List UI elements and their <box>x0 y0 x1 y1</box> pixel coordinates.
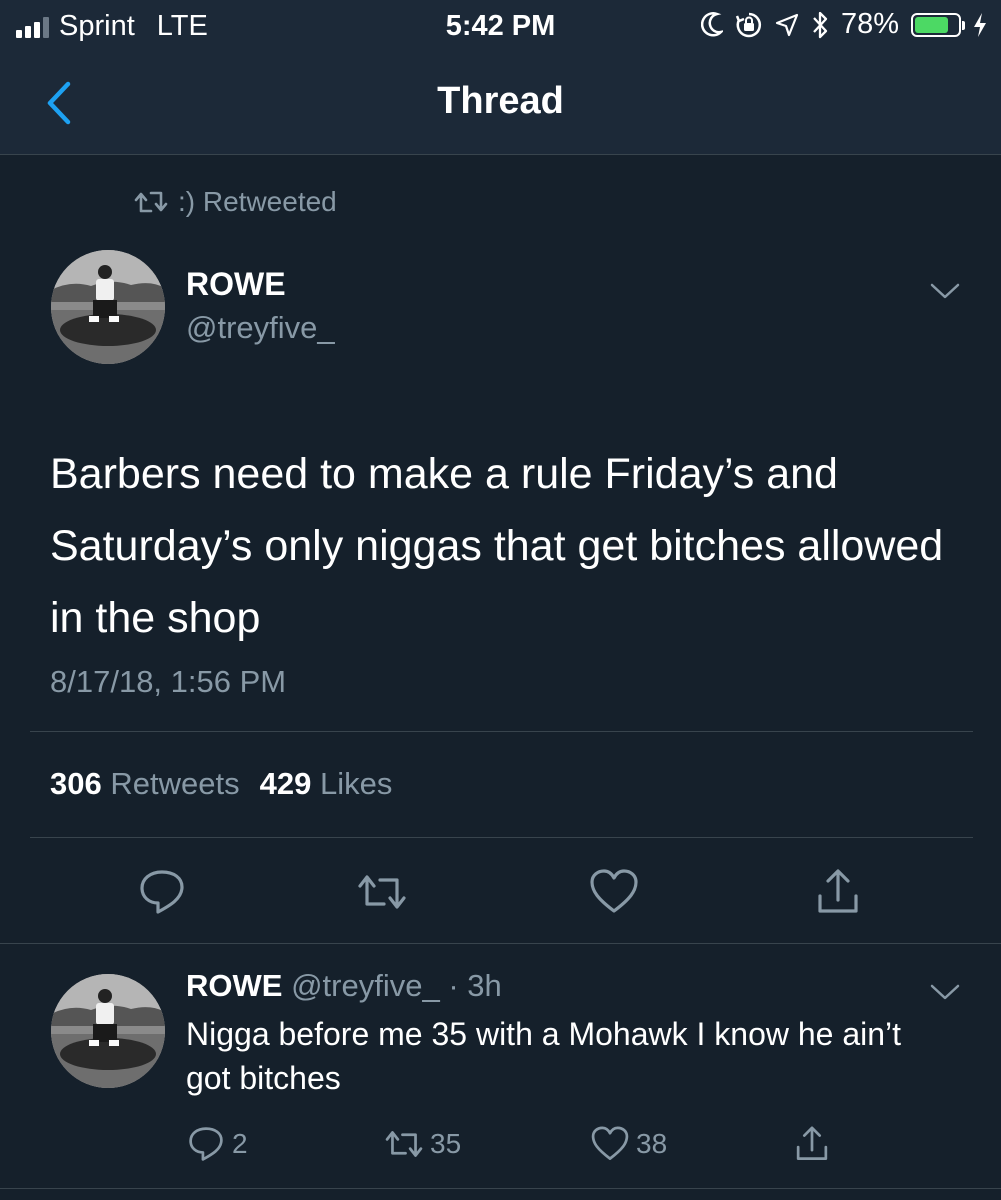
status-right: 78% <box>700 8 987 41</box>
reply-icon <box>189 1127 223 1161</box>
moon-icon <box>700 11 723 37</box>
retweets-label: Retweets <box>110 766 240 801</box>
divider <box>0 1188 1001 1189</box>
reply-retweet-action[interactable]: 35 <box>384 1124 461 1164</box>
chevron-down-icon[interactable] <box>930 983 960 1001</box>
author-name[interactable]: ROWE <box>186 266 286 303</box>
reply-text: Nigga before me 35 with a Mohawk I know … <box>186 1016 902 1096</box>
bluetooth-icon <box>813 11 828 38</box>
like-icon[interactable] <box>588 866 640 918</box>
charging-icon <box>974 12 986 37</box>
likes-stat[interactable]: 429 Likes <box>260 766 393 802</box>
share-icon <box>796 1126 828 1160</box>
like-icon <box>591 1126 629 1160</box>
divider <box>0 943 1001 944</box>
avatar[interactable] <box>51 250 165 364</box>
retweets-stat[interactable]: 306 Retweets <box>50 766 240 802</box>
retweets-count: 306 <box>50 766 102 801</box>
retweet-count: 35 <box>430 1128 462 1159</box>
battery-percent: 78% <box>840 8 899 40</box>
battery-icon <box>911 12 965 37</box>
reply-count: 2 <box>232 1128 248 1159</box>
navigation-bar: Thread <box>0 52 1001 155</box>
location-icon <box>775 13 799 36</box>
retweet-icon <box>134 191 168 213</box>
reply-separator: · <box>448 968 459 1003</box>
reply-age: 3h <box>467 968 502 1003</box>
divider <box>30 837 973 838</box>
page-title: Thread <box>437 80 564 122</box>
avatar[interactable] <box>51 974 165 1088</box>
reply-author-handle: @treyfive_ <box>291 968 440 1003</box>
avatar-photo <box>51 974 165 1088</box>
tweet-text: Barbers need to make a rule Friday’s and… <box>50 450 944 642</box>
reply-like-action[interactable]: 38 <box>590 1124 667 1164</box>
avatar-photo <box>51 250 165 364</box>
retweet-context-label: :) Retweeted <box>178 186 337 217</box>
tweet-timestamp[interactable]: 8/17/18, 1:56 PM <box>50 664 286 700</box>
like-count: 38 <box>636 1128 668 1159</box>
rotation-lock-icon <box>735 12 761 37</box>
retweet-icon <box>385 1131 423 1157</box>
retweet-context[interactable]: :) Retweeted <box>134 186 337 218</box>
author-handle[interactable]: @treyfive_ <box>186 310 335 346</box>
reply-share-action[interactable] <box>792 1124 832 1164</box>
reply-header[interactable]: ROWE @treyfive_ · 3h <box>186 968 502 1004</box>
retweet-icon[interactable] <box>356 866 408 918</box>
share-icon[interactable] <box>812 866 864 918</box>
chevron-down-icon[interactable] <box>930 282 960 300</box>
reply-reply-action[interactable]: 2 <box>186 1124 248 1164</box>
reply-icon[interactable] <box>136 866 188 918</box>
divider <box>30 731 973 732</box>
likes-label: Likes <box>319 766 393 801</box>
tweet-stats: 306 Retweets 429 Likes <box>50 766 392 802</box>
reply-author-name: ROWE <box>186 968 283 1003</box>
status-bar: Sprint LTE 5:42 PM 78% <box>0 0 1001 52</box>
likes-count: 429 <box>259 766 312 801</box>
